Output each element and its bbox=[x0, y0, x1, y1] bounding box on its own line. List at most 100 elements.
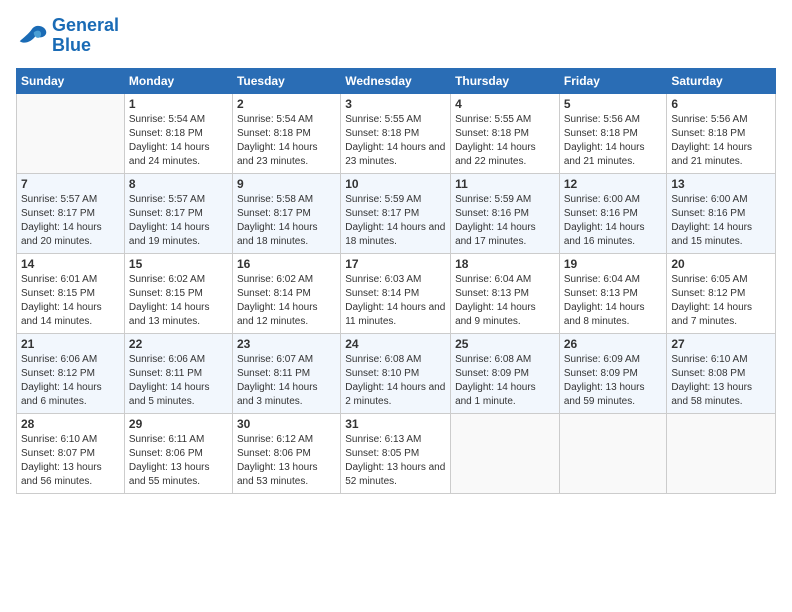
day-info: Sunrise: 6:09 AM Sunset: 8:09 PM Dayligh… bbox=[564, 353, 663, 409]
calendar-cell: 5 Sunrise: 5:56 AM Sunset: 8:18 PM Daylig… bbox=[559, 93, 667, 173]
calendar-cell: 14 Sunrise: 6:01 AM Sunset: 8:15 PM Dayli… bbox=[17, 253, 125, 333]
calendar-cell bbox=[559, 413, 667, 493]
page-header: General Blue bbox=[16, 16, 776, 56]
day-number: 29 bbox=[129, 417, 228, 431]
calendar-cell: 1 Sunrise: 5:54 AM Sunset: 8:18 PM Daylig… bbox=[124, 93, 232, 173]
calendar-cell: 30 Sunrise: 6:12 AM Sunset: 8:06 PM Dayli… bbox=[232, 413, 340, 493]
calendar-cell: 9 Sunrise: 5:58 AM Sunset: 8:17 PM Daylig… bbox=[232, 173, 340, 253]
day-info: Sunrise: 5:56 AM Sunset: 8:18 PM Dayligh… bbox=[564, 113, 663, 169]
day-number: 30 bbox=[237, 417, 336, 431]
day-info: Sunrise: 5:57 AM Sunset: 8:17 PM Dayligh… bbox=[21, 193, 120, 249]
calendar-cell: 27 Sunrise: 6:10 AM Sunset: 8:08 PM Dayli… bbox=[667, 333, 776, 413]
day-number: 27 bbox=[671, 337, 771, 351]
day-number: 24 bbox=[345, 337, 446, 351]
calendar-cell: 24 Sunrise: 6:08 AM Sunset: 8:10 PM Dayli… bbox=[341, 333, 451, 413]
day-number: 16 bbox=[237, 257, 336, 271]
day-info: Sunrise: 6:10 AM Sunset: 8:08 PM Dayligh… bbox=[671, 353, 771, 409]
day-info: Sunrise: 5:54 AM Sunset: 8:18 PM Dayligh… bbox=[237, 113, 336, 169]
day-number: 9 bbox=[237, 177, 336, 191]
calendar-cell: 18Sunrise: 6:04 AM Sunset: 8:13 PM Dayli… bbox=[451, 253, 560, 333]
calendar-week-row: 21Sunrise: 6:06 AM Sunset: 8:12 PM Dayli… bbox=[17, 333, 776, 413]
day-info: Sunrise: 6:01 AM Sunset: 8:15 PM Dayligh… bbox=[21, 273, 120, 329]
calendar-table: SundayMondayTuesdayWednesdayThursdayFrid… bbox=[16, 68, 776, 494]
day-number: 4 bbox=[455, 97, 555, 111]
day-number: 22 bbox=[129, 337, 228, 351]
day-info: Sunrise: 5:54 AM Sunset: 8:18 PM Dayligh… bbox=[129, 113, 228, 169]
calendar-cell: 25 Sunrise: 6:08 AM Sunset: 8:09 PM Dayli… bbox=[451, 333, 560, 413]
calendar-cell: 31 Sunrise: 6:13 AM Sunset: 8:05 PM Dayli… bbox=[341, 413, 451, 493]
calendar-cell: 3 Sunrise: 5:55 AM Sunset: 8:18 PM Daylig… bbox=[341, 93, 451, 173]
day-info: Sunrise: 6:08 AM Sunset: 8:09 PM Dayligh… bbox=[455, 353, 555, 409]
calendar-cell: 6 Sunrise: 5:56 AM Sunset: 8:18 PM Daylig… bbox=[667, 93, 776, 173]
day-number: 23 bbox=[237, 337, 336, 351]
day-info: Sunrise: 6:10 AM Sunset: 8:07 PM Dayligh… bbox=[21, 433, 120, 489]
calendar-cell bbox=[667, 413, 776, 493]
day-info: Sunrise: 6:13 AM Sunset: 8:05 PM Dayligh… bbox=[345, 433, 446, 489]
day-of-week-header: Wednesday bbox=[341, 68, 451, 93]
day-number: 19 bbox=[564, 257, 663, 271]
day-number: 21 bbox=[21, 337, 120, 351]
day-number: 12 bbox=[564, 177, 663, 191]
calendar-cell: 22 Sunrise: 6:06 AM Sunset: 8:11 PM Dayli… bbox=[124, 333, 232, 413]
day-number: 25 bbox=[455, 337, 555, 351]
calendar-week-row: 14 Sunrise: 6:01 AM Sunset: 8:15 PM Dayli… bbox=[17, 253, 776, 333]
day-number: 7 bbox=[21, 177, 120, 191]
day-number: 26 bbox=[564, 337, 663, 351]
day-info: Sunrise: 6:07 AM Sunset: 8:11 PM Dayligh… bbox=[237, 353, 336, 409]
calendar-cell: 28Sunrise: 6:10 AM Sunset: 8:07 PM Dayli… bbox=[17, 413, 125, 493]
day-info: Sunrise: 6:00 AM Sunset: 8:16 PM Dayligh… bbox=[564, 193, 663, 249]
day-info: Sunrise: 6:08 AM Sunset: 8:10 PM Dayligh… bbox=[345, 353, 446, 409]
day-number: 14 bbox=[21, 257, 120, 271]
calendar-cell bbox=[17, 93, 125, 173]
day-info: Sunrise: 6:02 AM Sunset: 8:15 PM Dayligh… bbox=[129, 273, 228, 329]
day-info: Sunrise: 6:12 AM Sunset: 8:06 PM Dayligh… bbox=[237, 433, 336, 489]
day-number: 15 bbox=[129, 257, 228, 271]
calendar-cell: 23 Sunrise: 6:07 AM Sunset: 8:11 PM Dayli… bbox=[232, 333, 340, 413]
day-info: Sunrise: 5:55 AM Sunset: 8:18 PM Dayligh… bbox=[345, 113, 446, 169]
day-info: Sunrise: 6:11 AM Sunset: 8:06 PM Dayligh… bbox=[129, 433, 228, 489]
calendar-cell: 19 Sunrise: 6:04 AM Sunset: 8:13 PM Dayli… bbox=[559, 253, 667, 333]
calendar-cell: 2 Sunrise: 5:54 AM Sunset: 8:18 PM Daylig… bbox=[232, 93, 340, 173]
day-number: 10 bbox=[345, 177, 446, 191]
calendar-cell bbox=[451, 413, 560, 493]
calendar-week-row: 1 Sunrise: 5:54 AM Sunset: 8:18 PM Daylig… bbox=[17, 93, 776, 173]
calendar-cell: 4 Sunrise: 5:55 AM Sunset: 8:18 PM Daylig… bbox=[451, 93, 560, 173]
day-of-week-header: Saturday bbox=[667, 68, 776, 93]
day-info: Sunrise: 6:02 AM Sunset: 8:14 PM Dayligh… bbox=[237, 273, 336, 329]
day-of-week-header: Sunday bbox=[17, 68, 125, 93]
day-number: 1 bbox=[129, 97, 228, 111]
day-of-week-header: Friday bbox=[559, 68, 667, 93]
calendar-cell: 26 Sunrise: 6:09 AM Sunset: 8:09 PM Dayli… bbox=[559, 333, 667, 413]
logo-icon bbox=[16, 22, 48, 50]
calendar-cell: 7 Sunrise: 5:57 AM Sunset: 8:17 PM Daylig… bbox=[17, 173, 125, 253]
day-info: Sunrise: 5:55 AM Sunset: 8:18 PM Dayligh… bbox=[455, 113, 555, 169]
calendar-cell: 29 Sunrise: 6:11 AM Sunset: 8:06 PM Dayli… bbox=[124, 413, 232, 493]
day-of-week-header: Tuesday bbox=[232, 68, 340, 93]
day-info: Sunrise: 6:05 AM Sunset: 8:12 PM Dayligh… bbox=[671, 273, 771, 329]
day-info: Sunrise: 5:59 AM Sunset: 8:17 PM Dayligh… bbox=[345, 193, 446, 249]
day-info: Sunrise: 6:00 AM Sunset: 8:16 PM Dayligh… bbox=[671, 193, 771, 249]
day-number: 3 bbox=[345, 97, 446, 111]
calendar-cell: 13Sunrise: 6:00 AM Sunset: 8:16 PM Dayli… bbox=[667, 173, 776, 253]
day-number: 11 bbox=[455, 177, 555, 191]
calendar-cell: 16 Sunrise: 6:02 AM Sunset: 8:14 PM Dayli… bbox=[232, 253, 340, 333]
day-info: Sunrise: 5:58 AM Sunset: 8:17 PM Dayligh… bbox=[237, 193, 336, 249]
day-info: Sunrise: 5:56 AM Sunset: 8:18 PM Dayligh… bbox=[671, 113, 771, 169]
day-number: 18 bbox=[455, 257, 555, 271]
day-number: 6 bbox=[671, 97, 771, 111]
day-info: Sunrise: 6:06 AM Sunset: 8:11 PM Dayligh… bbox=[129, 353, 228, 409]
day-number: 17 bbox=[345, 257, 446, 271]
day-info: Sunrise: 6:04 AM Sunset: 8:13 PM Dayligh… bbox=[564, 273, 663, 329]
calendar-cell: 8Sunrise: 5:57 AM Sunset: 8:17 PM Daylig… bbox=[124, 173, 232, 253]
day-info: Sunrise: 5:59 AM Sunset: 8:16 PM Dayligh… bbox=[455, 193, 555, 249]
day-number: 31 bbox=[345, 417, 446, 431]
calendar-week-row: 7 Sunrise: 5:57 AM Sunset: 8:17 PM Daylig… bbox=[17, 173, 776, 253]
logo-text: General Blue bbox=[52, 16, 119, 56]
logo: General Blue bbox=[16, 16, 119, 56]
day-number: 2 bbox=[237, 97, 336, 111]
calendar-cell: 11 Sunrise: 5:59 AM Sunset: 8:16 PM Dayli… bbox=[451, 173, 560, 253]
calendar-cell: 17Sunrise: 6:03 AM Sunset: 8:14 PM Dayli… bbox=[341, 253, 451, 333]
day-number: 20 bbox=[671, 257, 771, 271]
day-number: 5 bbox=[564, 97, 663, 111]
calendar-cell: 10 Sunrise: 5:59 AM Sunset: 8:17 PM Dayli… bbox=[341, 173, 451, 253]
